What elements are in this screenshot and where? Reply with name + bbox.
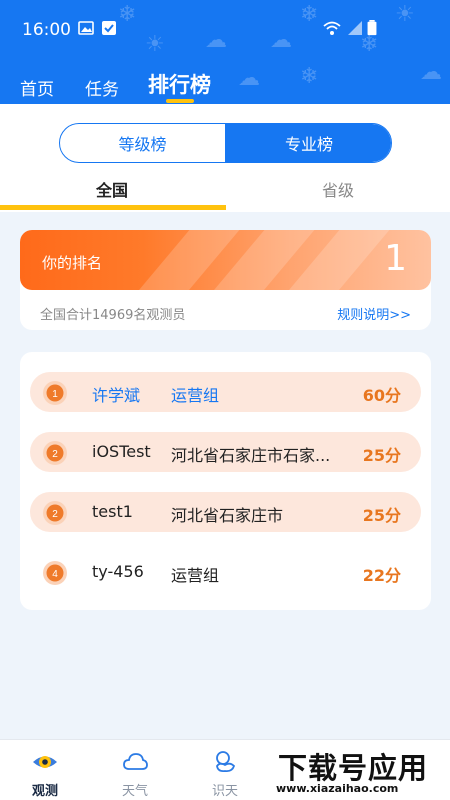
user-group: 运营组 bbox=[171, 386, 220, 405]
nav-observe[interactable]: 观测 bbox=[15, 740, 75, 800]
my-rank-banner: 你的排名 1 bbox=[20, 230, 431, 290]
user-score: 22分 bbox=[362, 566, 401, 585]
user-name: 许学斌 bbox=[92, 386, 141, 405]
image-icon bbox=[78, 21, 94, 35]
observer-total: 全国合计14969名观测员 bbox=[40, 308, 186, 323]
wifi-icon bbox=[323, 21, 341, 35]
status-time: 16:00 bbox=[22, 20, 71, 40]
my-rank-label: 你的排名 bbox=[42, 254, 103, 272]
user-score: 25分 bbox=[362, 506, 401, 525]
nav-weather[interactable]: 天气 bbox=[105, 740, 165, 800]
user-name: ty-456 bbox=[92, 562, 144, 581]
top-nav: 首页 任务 排行榜 bbox=[0, 64, 450, 104]
rank-medal-icon: 2 bbox=[43, 501, 67, 525]
level-ranking-button[interactable]: 等级榜 bbox=[60, 124, 225, 162]
my-rank-value: 1 bbox=[384, 238, 407, 279]
leaderboard-row[interactable]: 2 test1 河北省石家庄市 25分 bbox=[30, 492, 421, 532]
user-score: 60分 bbox=[362, 386, 401, 405]
rank-medal-icon: 2 bbox=[43, 441, 67, 465]
user-score: 25分 bbox=[362, 446, 401, 465]
nav-identify-sky-label: 识天 bbox=[211, 784, 238, 799]
tab-home[interactable]: 首页 bbox=[20, 75, 54, 100]
leaderboard-row[interactable]: 2 iOSTest 河北省石家庄市石家... 25分 bbox=[30, 432, 421, 472]
svg-text:1: 1 bbox=[52, 389, 58, 400]
tab-task[interactable]: 任务 bbox=[85, 75, 119, 100]
my-rank-card: 你的排名 1 全国合计14969名观测员 规则说明>> bbox=[20, 230, 431, 330]
ranking-type-toggle: 等级榜 专业榜 bbox=[59, 123, 392, 163]
active-tab-indicator bbox=[166, 99, 194, 103]
nav-identify-sky[interactable]: 识天 bbox=[195, 740, 255, 800]
battery-icon bbox=[367, 20, 377, 36]
user-name: test1 bbox=[92, 502, 133, 521]
user-name: iOSTest bbox=[92, 442, 151, 461]
nav-weather-label: 天气 bbox=[121, 784, 148, 799]
svg-text:2: 2 bbox=[52, 449, 58, 460]
svg-text:4: 4 bbox=[52, 569, 58, 580]
nav-observe-label: 观测 bbox=[31, 784, 58, 799]
watermark-url: www.xiazaihao.com bbox=[276, 782, 399, 795]
tab-national[interactable]: 全国 bbox=[96, 177, 128, 201]
identify-sky-icon bbox=[216, 751, 236, 773]
professional-ranking-button[interactable]: 专业榜 bbox=[225, 124, 391, 162]
watermark: 下载号应用 www.xiazaihao.com bbox=[268, 742, 446, 798]
user-group: 河北省石家庄市 bbox=[171, 506, 284, 525]
signal-icon bbox=[348, 21, 362, 35]
rank-medal-icon: 4 bbox=[43, 561, 67, 585]
leaderboard-list: 1 许学斌 运营组 60分 2 iOSTest 河北省石家庄市石家... 25分… bbox=[20, 352, 431, 610]
svg-text:2: 2 bbox=[52, 509, 58, 520]
leaderboard-row[interactable]: 1 许学斌 运营组 60分 bbox=[30, 372, 421, 412]
user-group: 运营组 bbox=[171, 566, 220, 585]
watermark-title: 下载号应用 bbox=[278, 751, 429, 785]
tab-province[interactable]: 省级 bbox=[322, 177, 354, 201]
rules-link[interactable]: 规则说明>> bbox=[337, 304, 411, 323]
leaderboard-row[interactable]: 4 ty-456 运营组 22分 bbox=[30, 552, 421, 592]
cloud-icon bbox=[123, 753, 148, 770]
rank-medal-icon: 1 bbox=[43, 381, 67, 405]
eye-icon bbox=[33, 756, 57, 768]
checkbox-icon bbox=[102, 21, 116, 35]
app-header: ❄ ☀ ☁ ☁ ❄ ❄ ☀ ☁ ❄ ☁ 16:00 首页 任务 排行榜 bbox=[0, 0, 450, 104]
status-bar: 16:00 bbox=[0, 0, 450, 56]
scope-tab-indicator bbox=[0, 205, 226, 210]
user-group: 河北省石家庄市石家... bbox=[171, 446, 331, 465]
tab-ranking[interactable]: 排行榜 bbox=[148, 69, 211, 99]
